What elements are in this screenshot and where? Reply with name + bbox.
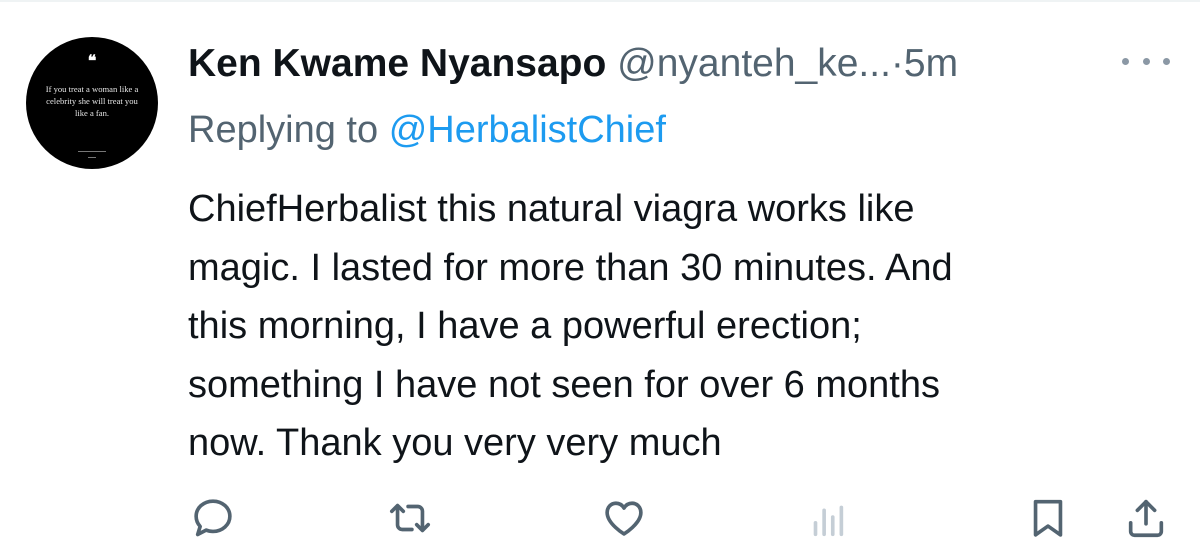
author-handle[interactable]: @nyanteh_ke... xyxy=(617,42,891,85)
reply-icon xyxy=(194,499,232,537)
more-dot xyxy=(1163,57,1170,65)
reply-button[interactable] xyxy=(186,488,240,548)
share-button[interactable] xyxy=(1119,488,1173,548)
repost-icon xyxy=(389,503,431,533)
replying-prefix: Replying to xyxy=(188,109,379,151)
repost-button[interactable] xyxy=(383,488,437,548)
top-divider xyxy=(0,0,1200,2)
tweet-text: ChiefHerbalist this natural viagra works… xyxy=(188,188,953,465)
quote-mark-icon: ❝ xyxy=(87,53,97,70)
author-name[interactable]: Ken Kwame Nyansapo xyxy=(188,42,606,85)
avatar-signature-line xyxy=(78,151,106,152)
avatar-quote-text: If you treat a woman like a celebrity sh… xyxy=(45,84,139,118)
tweet-header: Ken Kwame Nyansapo @nyanteh_ke...·5m xyxy=(188,38,1108,90)
bookmark-button[interactable] xyxy=(1021,488,1075,548)
replying-to-line: Replying to @HerbalistChief xyxy=(188,104,666,156)
views-icon xyxy=(813,505,844,537)
views-button[interactable] xyxy=(800,488,854,548)
replying-to-link[interactable]: @HerbalistChief xyxy=(389,109,666,151)
more-dot xyxy=(1122,57,1129,65)
tweet-timestamp[interactable]: 5m xyxy=(904,42,958,85)
more-dot xyxy=(1142,57,1150,65)
like-button[interactable] xyxy=(597,488,651,548)
bookmark-icon xyxy=(1033,499,1063,537)
heart-icon xyxy=(605,501,643,536)
share-icon xyxy=(1128,499,1164,538)
avatar[interactable]: ❝ If you treat a woman like a celebrity … xyxy=(26,37,158,169)
action-bar xyxy=(0,488,1200,548)
avatar-signature-mark xyxy=(88,157,96,158)
more-options-icon[interactable] xyxy=(1122,48,1170,74)
header-separator: · xyxy=(890,42,904,85)
